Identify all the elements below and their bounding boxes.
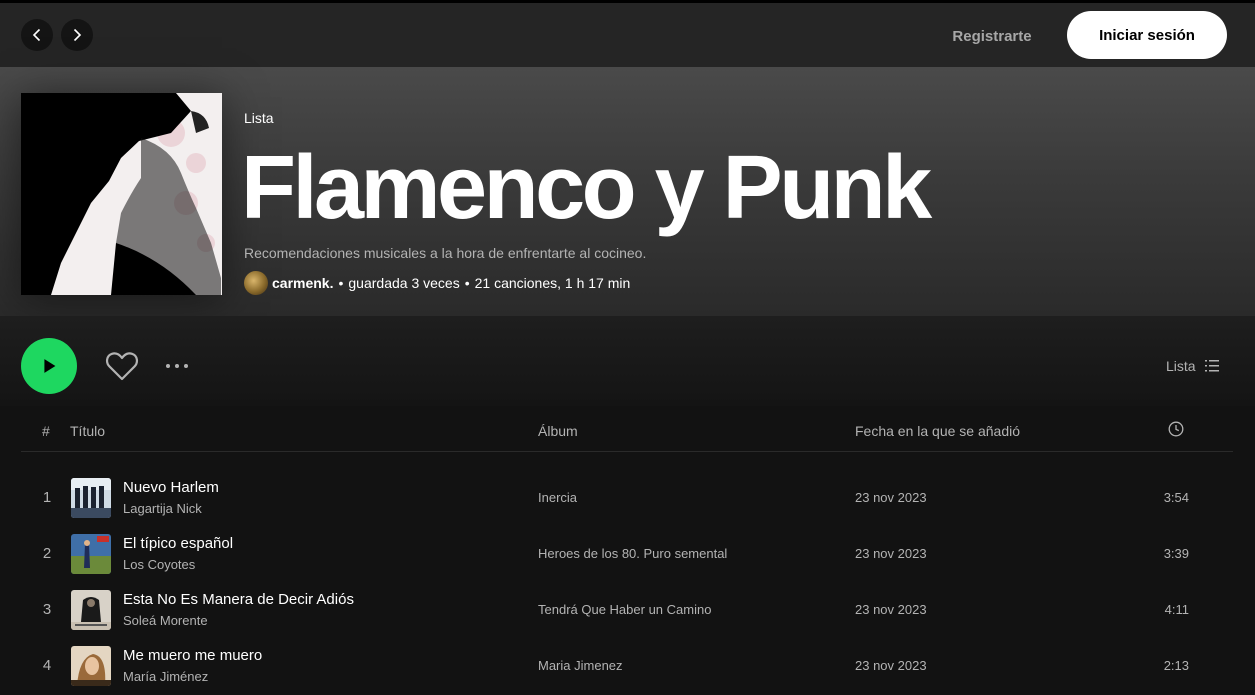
track-album[interactable]: Tendrá Que Haber un Camino — [538, 602, 711, 617]
owner-link[interactable]: carmenk. — [272, 275, 333, 291]
more-options-icon-dot — [175, 364, 179, 368]
login-button[interactable]: Iniciar sesión — [1067, 11, 1227, 59]
track-title[interactable]: El típico español — [123, 535, 233, 552]
table-row[interactable]: 3 Esta No Es Manera de Decir Adiós Soleá… — [21, 582, 1233, 638]
track-number: 1 — [42, 489, 52, 506]
playlist-description: Recomendaciones musicales a la hora de e… — [244, 245, 647, 261]
table-row[interactable]: 4 Me muero me muero María Jiménez Maria … — [21, 638, 1233, 694]
forward-button[interactable] — [61, 19, 93, 51]
track-title[interactable]: Nuevo Harlem — [123, 479, 219, 496]
track-artist[interactable]: Los Coyotes — [123, 557, 195, 572]
track-artist[interactable]: Lagartija Nick — [123, 501, 202, 516]
track-table: # Título Álbum Fecha en la que se añadió… — [21, 406, 1233, 686]
header-album[interactable]: Álbum — [538, 423, 578, 439]
chevron-right-icon — [73, 28, 82, 42]
playlist-header: Lista Flamenco y Punk Recomendaciones mu… — [0, 67, 1255, 316]
back-button[interactable] — [21, 19, 53, 51]
track-duration: 2:13 — [1163, 658, 1189, 673]
action-bar: Lista — [0, 316, 1255, 406]
track-date-added: 23 nov 2023 — [855, 658, 927, 673]
track-duration: 3:54 — [1163, 490, 1189, 505]
playlist-type-label: Lista — [244, 110, 274, 126]
app-window: Registrarte Iniciar sesión Lista Flamenc… — [0, 0, 1255, 695]
more-options-icon-dot — [184, 364, 188, 368]
track-artist[interactable]: María Jiménez — [123, 669, 208, 684]
track-artist[interactable]: Soleá Morente — [123, 613, 208, 628]
track-artwork — [71, 534, 111, 574]
track-artwork — [71, 590, 111, 630]
table-row[interactable]: 2 El típico español Los Coyotes Heroes d… — [21, 526, 1233, 582]
play-button[interactable] — [21, 338, 77, 394]
list-icon — [1204, 360, 1219, 372]
table-header: # Título Álbum Fecha en la que se añadió — [21, 406, 1233, 452]
track-list: 1 Nuevo Harlem Lagartija Nick Inercia 23… — [21, 470, 1233, 694]
header-number: # — [42, 423, 50, 439]
playlist-cover — [21, 93, 222, 295]
separator-dot: • — [338, 275, 344, 291]
playlist-title: Flamenco y Punk — [241, 138, 932, 238]
playlist-meta: carmenk. • guardada 3 veces • 21 cancion… — [244, 271, 630, 295]
track-date-added: 23 nov 2023 — [855, 546, 927, 561]
track-album[interactable]: Heroes de los 80. Puro semental — [538, 546, 727, 561]
track-title[interactable]: Me muero me muero — [123, 647, 262, 664]
top-bar: Registrarte Iniciar sesión — [0, 3, 1255, 67]
view-label: Lista — [1166, 358, 1196, 374]
saves-count: guardada 3 veces — [348, 275, 460, 291]
view-toggle-button[interactable]: Lista — [1166, 354, 1220, 378]
header-date-added[interactable]: Fecha en la que se añadió — [855, 423, 1020, 439]
heart-icon[interactable] — [105, 350, 139, 382]
track-number: 3 — [42, 601, 52, 618]
track-artwork — [71, 478, 111, 518]
more-options-icon — [166, 364, 170, 368]
track-number: 4 — [42, 657, 52, 674]
chevron-left-icon — [32, 28, 41, 42]
track-date-added: 23 nov 2023 — [855, 602, 927, 617]
table-row[interactable]: 1 Nuevo Harlem Lagartija Nick Inercia 23… — [21, 470, 1233, 526]
header-title[interactable]: Título — [70, 423, 105, 439]
track-date-added: 23 nov 2023 — [855, 490, 927, 505]
more-options-button[interactable] — [161, 354, 193, 378]
signup-button[interactable]: Registrarte — [938, 23, 1046, 49]
playlist-summary: 21 canciones, 1 h 17 min — [474, 275, 631, 291]
clock-icon[interactable] — [1168, 421, 1184, 437]
play-icon — [44, 359, 56, 373]
track-number: 2 — [42, 545, 52, 562]
track-duration: 4:11 — [1164, 602, 1189, 617]
track-artwork — [71, 646, 111, 686]
track-album[interactable]: Maria Jimenez — [538, 658, 623, 673]
separator-dot: • — [464, 275, 470, 291]
owner-avatar[interactable] — [244, 271, 268, 295]
track-duration: 3:39 — [1163, 546, 1189, 561]
track-title[interactable]: Esta No Es Manera de Decir Adiós — [123, 591, 354, 608]
track-album[interactable]: Inercia — [538, 490, 577, 505]
